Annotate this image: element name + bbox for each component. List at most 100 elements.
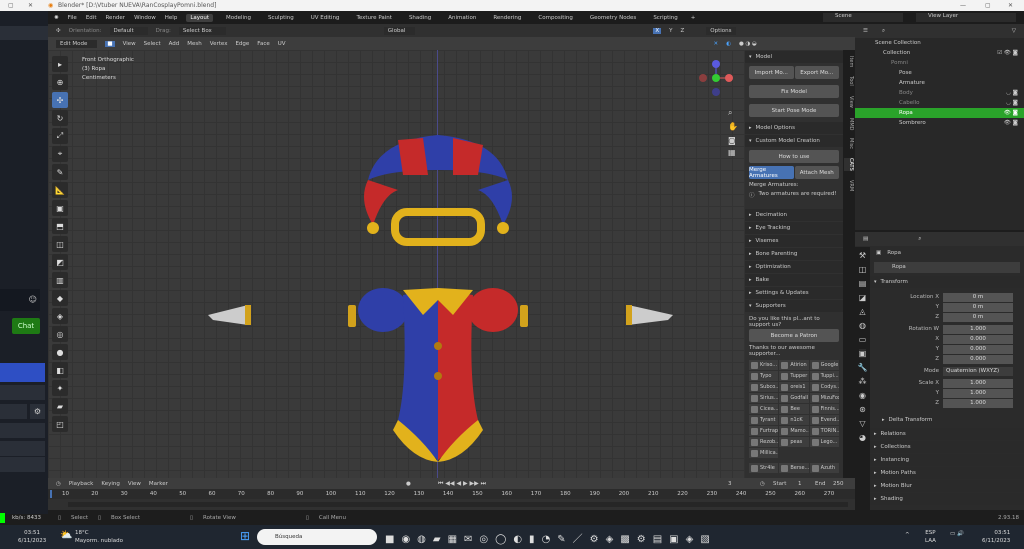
section-transform[interactable]: Transform (870, 276, 1024, 288)
loop-cut-icon[interactable]: ▥ (52, 272, 68, 288)
language[interactable]: ESP (925, 529, 936, 537)
section-delta-transform[interactable]: Delta Transform (878, 414, 1024, 426)
world-tab-icon[interactable]: ◍ (859, 321, 866, 330)
menu-file[interactable]: File (68, 15, 77, 21)
gear-icon[interactable]: ⚙ (30, 404, 45, 419)
supporter-button[interactable]: Kriso... (749, 360, 779, 370)
become-patron-button[interactable]: Become a Patron (749, 329, 839, 342)
tab-view[interactable]: View (844, 96, 854, 108)
supporter-button[interactable]: TORIN... (809, 426, 839, 436)
chat-input[interactable]: ☺ (0, 289, 40, 311)
outliner-item-pose[interactable]: Pose (855, 68, 1024, 78)
outliner-item-armature[interactable]: Armature (855, 78, 1024, 88)
section-shading[interactable]: Shading (870, 493, 1024, 505)
visibility-icon[interactable]: ☑ 👁 ◙ (997, 50, 1018, 56)
tab-rendering[interactable]: Rendering (489, 14, 525, 22)
menu-playback[interactable]: Playback (69, 481, 94, 487)
tab-scripting[interactable]: Scripting (649, 14, 681, 22)
search-icon[interactable]: ⌕ (882, 28, 885, 35)
list-item[interactable] (0, 423, 45, 438)
supporter-button[interactable]: Mamo... (779, 426, 809, 436)
supporter-button[interactable]: Tyrant (749, 415, 779, 425)
supporter-button[interactable]: oreis1 (779, 382, 809, 392)
start-button[interactable]: ⊞ (240, 529, 250, 543)
supporter-button[interactable]: Evend... (809, 415, 839, 425)
view-layer-tab-icon[interactable]: ◪ (859, 293, 867, 302)
options-dropdown[interactable]: Options (706, 26, 736, 35)
tab-cats[interactable]: CATS (844, 158, 854, 171)
field-value[interactable]: 0 m (943, 312, 1013, 322)
menu-view[interactable]: View (123, 41, 136, 47)
menu-window[interactable]: Window (134, 15, 156, 21)
section-instancing[interactable]: Instancing (870, 454, 1024, 466)
inset-icon[interactable]: ◫ (52, 236, 68, 252)
maximize-button[interactable]: ▢ (985, 2, 991, 9)
bevel-icon[interactable]: ◩ (52, 254, 68, 270)
measure-icon[interactable]: 📐 (52, 182, 68, 198)
tab-modeling[interactable]: Modeling (222, 14, 255, 22)
outliner-item-sombrero[interactable]: Sombrero 👁 ◙ (855, 118, 1024, 128)
chat-button[interactable]: Chat (12, 318, 40, 334)
tab-shading[interactable]: Shading (405, 14, 435, 22)
end-frame[interactable]: 250 (833, 481, 844, 487)
supporter-button[interactable]: n1cK (779, 415, 809, 425)
outliner-item-ropa[interactable]: Ropa 👁 ◙ (855, 108, 1024, 118)
shear-icon[interactable]: ▰ (52, 398, 68, 414)
smooth-icon[interactable]: ● (52, 344, 68, 360)
mode-dropdown[interactable]: Edit Mode (56, 39, 98, 48)
shrink-fatten-icon[interactable]: ✦ (52, 380, 68, 396)
menu-view[interactable]: View (128, 481, 141, 487)
network-volume-icon[interactable]: ▭ 🔊 (950, 531, 964, 537)
add-workspace-button[interactable]: + (691, 15, 696, 21)
supporter-button[interactable]: Godfall (779, 393, 809, 403)
3d-viewport[interactable]: Front Orthographic (3) Ropa Centimeters (48, 50, 745, 478)
section-custom-model-creation[interactable]: Custom Model Creation (745, 135, 843, 147)
menu-edge[interactable]: Edge (235, 41, 249, 47)
tab-item[interactable]: Item (844, 56, 854, 67)
scene-tab-icon[interactable]: ◬ (859, 307, 865, 316)
mirror-z-toggle[interactable]: Z (681, 28, 685, 34)
menu-help[interactable]: Help (165, 15, 178, 21)
supporter-button[interactable]: Millica... (749, 448, 779, 458)
field-value[interactable]: 0.000 (943, 334, 1013, 344)
shading-solid-icon[interactable]: ● ◑ ◒ (739, 41, 757, 47)
menu-face[interactable]: Face (257, 41, 269, 47)
tray-chevron-icon[interactable]: ^ (905, 532, 910, 538)
field-value[interactable]: 1.000 (943, 324, 1013, 334)
supporter-button[interactable]: Azuth (809, 463, 839, 473)
menu-uv[interactable]: UV (278, 41, 286, 47)
field-value[interactable]: 0.000 (943, 344, 1013, 354)
data-tab-icon[interactable]: ▽ (859, 419, 865, 428)
tab-geometry-nodes[interactable]: Geometry Nodes (586, 14, 640, 22)
tab-mmd[interactable]: MMD (844, 118, 854, 130)
add-cube-icon[interactable]: ▣ (52, 200, 68, 216)
supporter-button[interactable]: Finnis... (809, 404, 839, 414)
playhead[interactable] (50, 490, 52, 498)
menu-edit[interactable]: Edit (86, 15, 97, 21)
fix-model-button[interactable]: Fix Model (749, 85, 839, 98)
menu-render[interactable]: Render (105, 15, 125, 21)
list-item[interactable] (0, 441, 45, 456)
visibility-icon[interactable]: ◡ ◙ (1006, 90, 1018, 96)
stopwatch-icon[interactable]: ◷ (760, 481, 765, 487)
material-tab-icon[interactable]: ◕ (859, 433, 866, 442)
render-tab-icon[interactable]: ◫ (859, 265, 867, 274)
field-value[interactable]: 0.000 (943, 354, 1013, 364)
field-value[interactable]: 1.000 (943, 398, 1013, 408)
poly-build-icon[interactable]: ◈ (52, 308, 68, 324)
supporter-button[interactable]: Tuppi... (809, 371, 839, 381)
list-item[interactable] (0, 404, 27, 419)
visibility-icon[interactable]: 👁 ◙ (1004, 120, 1018, 126)
outliner-item-cabello[interactable]: Cabello ◡ ◙ (855, 98, 1024, 108)
supporter-button[interactable]: Subco... (749, 382, 779, 392)
field-value[interactable]: 0 m (943, 302, 1013, 312)
outliner-item-body[interactable]: Body ◡ ◙ (855, 88, 1024, 98)
blender-menu-icon[interactable]: ✺ (54, 15, 59, 21)
supporter-button[interactable]: peas (779, 437, 809, 447)
section-motion-paths[interactable]: Motion Paths (870, 467, 1024, 479)
close-button[interactable]: ✕ (1008, 2, 1013, 9)
field-value[interactable]: Quaternion (WXYZ) (943, 366, 1013, 376)
output-tab-icon[interactable]: ▤ (859, 279, 867, 288)
knife-icon[interactable]: ◆ (52, 290, 68, 306)
supporter-button[interactable]: Rezob... (749, 437, 779, 447)
